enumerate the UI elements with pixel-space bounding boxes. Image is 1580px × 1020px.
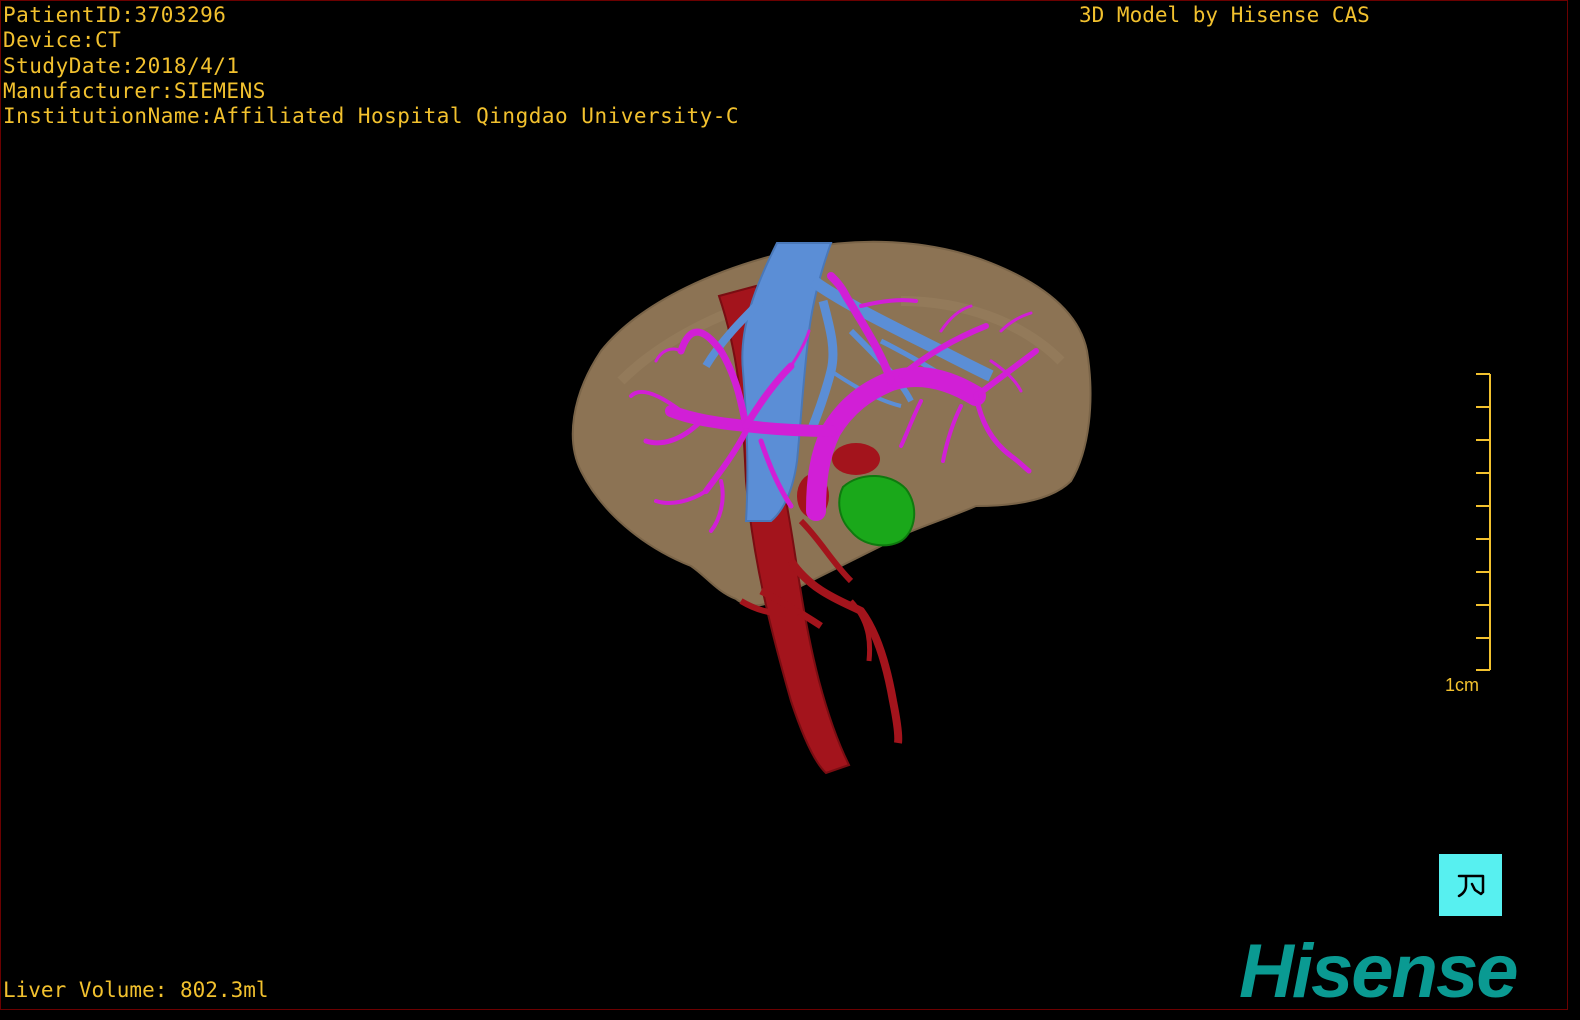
liver-volume: Liver Volume: 802.3ml	[3, 978, 269, 1002]
model-credit: 3D Model by Hisense CAS	[1079, 3, 1370, 27]
scale-bar-label: 1cm	[1445, 675, 1480, 695]
study-date: StudyDate:2018/4/1	[3, 53, 240, 78]
orientation-figure-icon	[1457, 874, 1485, 898]
orientation-button[interactable]	[1439, 854, 1502, 916]
device: Device:CT	[3, 28, 122, 53]
institution-name: InstitutionName:Affiliated Hospital Qing…	[3, 104, 740, 129]
patient-id: PatientID:3703296	[3, 3, 227, 27]
liver-3d-model[interactable]	[1, 1, 1567, 1009]
scale-bar	[1476, 373, 1491, 671]
dicom-info-overlay: PatientID:3703296 Device:CT StudyDate:20…	[3, 3, 739, 129]
viewer-canvas[interactable]: PatientID:3703296 Device:CT StudyDate:20…	[0, 0, 1568, 1010]
hisense-logo: Hisense	[1239, 929, 1518, 1010]
manufacturer: Manufacturer:SIEMENS	[3, 78, 266, 103]
